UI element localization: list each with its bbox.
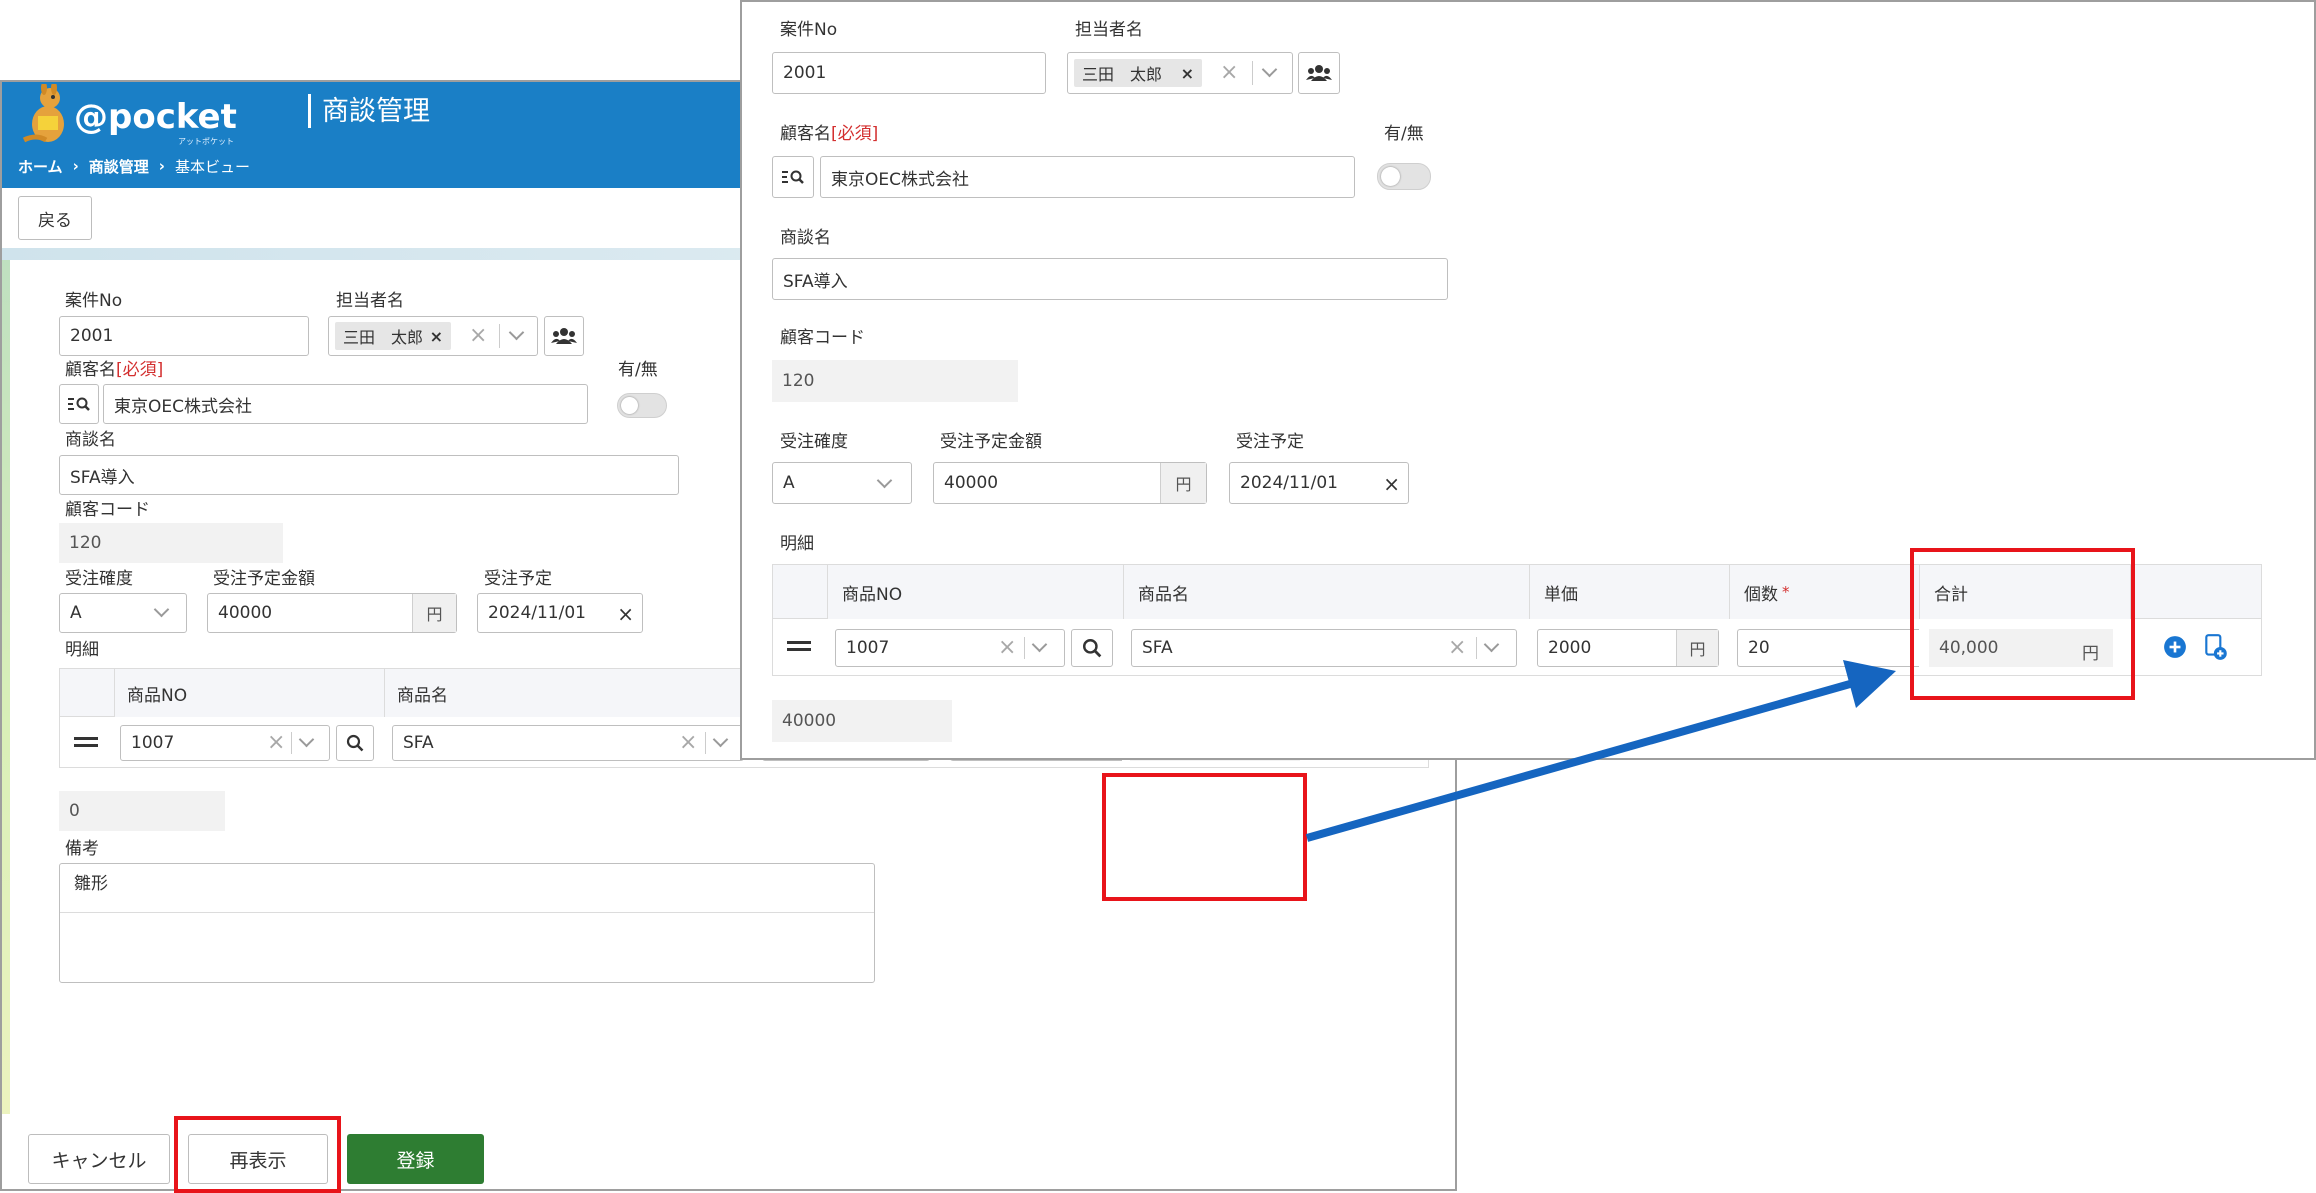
arrow-indicator	[1305, 660, 1896, 842]
